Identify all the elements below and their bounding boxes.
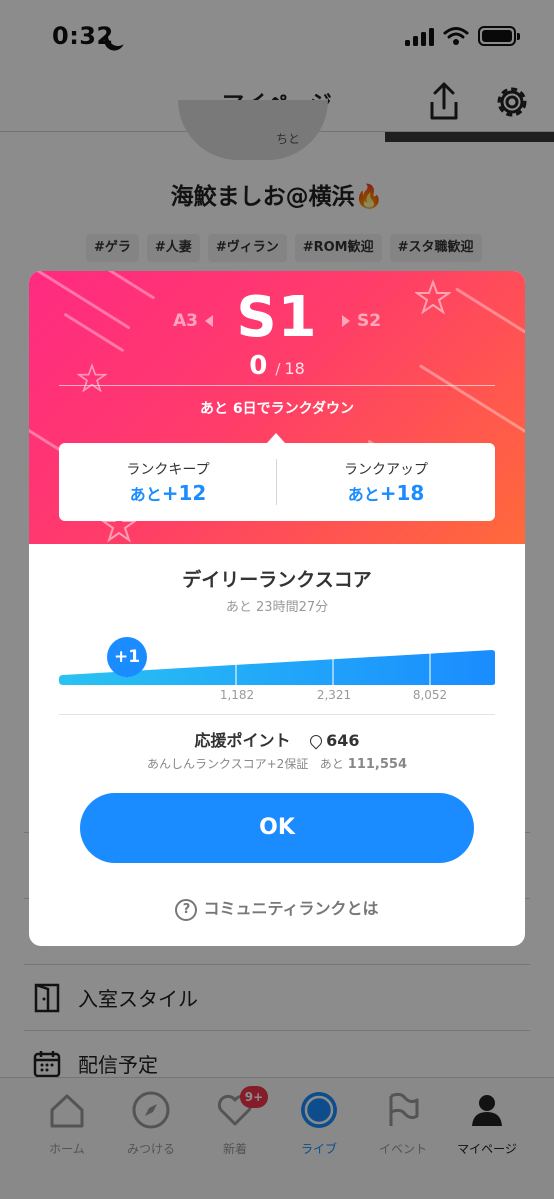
support-label: 応援ポイント <box>194 731 291 750</box>
meter-tick-label: 8,052 <box>412 688 448 702</box>
rank-modal: A3 S1 S2 0/18 あと 6日でランクダウン ランクキープ あと+12 … <box>29 271 525 946</box>
rank-keep-value: あと+12 <box>129 481 207 505</box>
support-subtext: あんしんランクスコア+2保証 あと 111,554 <box>146 757 408 772</box>
rank-keep: ランクキープ あと+12 <box>59 443 277 521</box>
current-rank: S1 <box>236 285 318 350</box>
community-rank-help-link[interactable]: ? コミュニティランクとは <box>29 895 525 921</box>
rank-up-label: ランクアップ <box>344 462 428 478</box>
flame-icon <box>307 732 325 750</box>
rank-hero: A3 S1 S2 0/18 あと 6日でランクダウン ランクキープ あと+12 … <box>29 271 525 544</box>
help-icon: ? <box>175 899 198 921</box>
bubble-tail <box>121 671 133 678</box>
rank-requirements-card: ランクキープ あと+12 ランクアップ あと+18 <box>59 443 495 521</box>
divider <box>59 385 495 386</box>
rank-score: 0 /18 <box>29 351 525 381</box>
support-points: 応援ポイント 646 <box>29 727 525 751</box>
rank-up-value: あと+18 <box>347 481 425 505</box>
meter-tick-label: 2,321 <box>316 688 352 702</box>
right-arrow-icon <box>342 315 350 327</box>
support-points-value: 646 <box>307 731 360 750</box>
pointer-caret <box>267 433 285 443</box>
daily-rank-score-title: デイリーランクスコア <box>182 569 372 591</box>
rank-keep-label: ランクキープ <box>126 462 210 478</box>
ok-button[interactable]: OK <box>80 793 474 863</box>
divider <box>59 714 495 715</box>
help-label: コミュニティランクとは <box>203 899 379 918</box>
daily-time-remaining: あと 23時間27分 <box>225 600 329 615</box>
rankdown-notice: あと 6日でランクダウン <box>199 401 355 417</box>
score-max: 18 <box>284 359 305 378</box>
next-rank: S2 <box>357 311 382 331</box>
rank-up: ランクアップ あと+18 <box>277 443 495 521</box>
score-separator: / <box>275 360 281 378</box>
meter-tick-label: 1,182 <box>219 688 255 702</box>
score-current: 0 <box>249 351 268 381</box>
